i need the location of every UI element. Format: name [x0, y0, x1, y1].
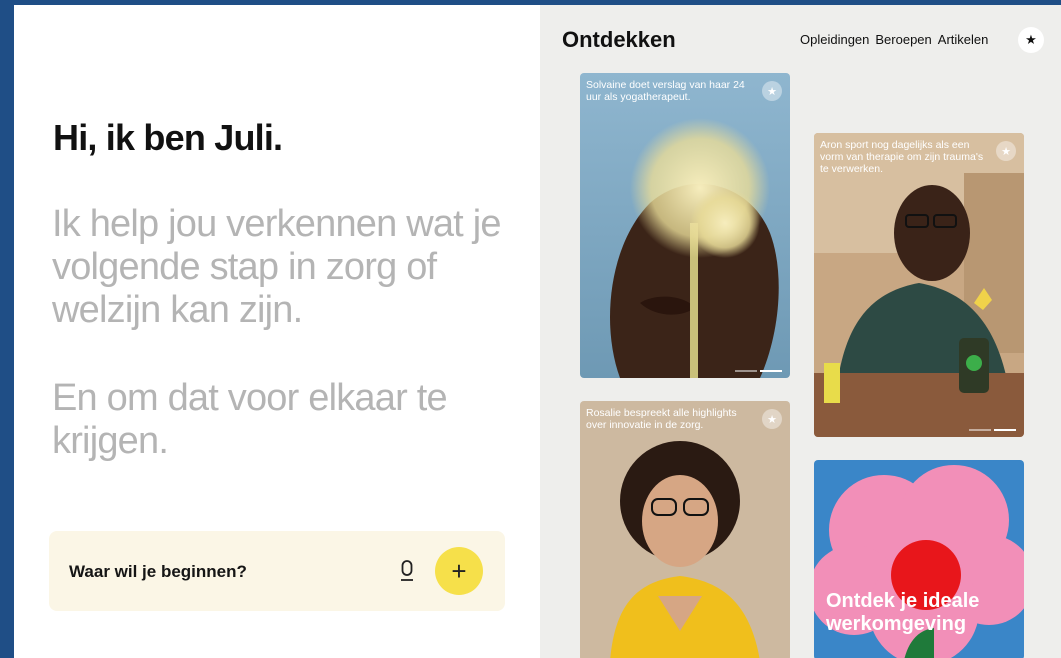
- intro-text-secondary: En om dat voor elkaar te krijgen.: [52, 377, 448, 462]
- star-icon: ★: [1025, 32, 1037, 47]
- star-icon[interactable]: ★: [996, 141, 1016, 161]
- discover-panel: Ontdekken Opleidingen Beroepen Artikelen…: [540, 5, 1061, 658]
- chat-prompt-bar[interactable]: Waar wil je beginnen? +: [49, 531, 505, 611]
- favorites-button[interactable]: ★: [1018, 27, 1044, 53]
- nav-beroepen[interactable]: Beroepen: [875, 32, 931, 47]
- card-caption: Rosalie bespreekt alle highlights over i…: [586, 407, 737, 431]
- greeting-heading: Hi, ik ben Juli.: [53, 117, 283, 158]
- chat-panel: Hi, ik ben Juli. Ik help jou verkennen w…: [14, 5, 540, 658]
- card-photo-rosalie: [580, 401, 790, 658]
- discover-nav: Opleidingen Beroepen Artikelen: [800, 32, 988, 47]
- promo-title: Ontdek je ideale werkomgeving: [826, 590, 980, 635]
- intro-text: Ik help jou verkennen wat je volgende st…: [52, 203, 501, 331]
- star-icon[interactable]: ★: [762, 409, 782, 429]
- story-card-aron[interactable]: Aron sport nog dagelijks als een vorm va…: [814, 133, 1024, 437]
- nav-opleidingen[interactable]: Opleidingen: [800, 32, 869, 47]
- plus-icon: +: [451, 555, 467, 586]
- prompt-label: Waar wil je beginnen?: [69, 562, 247, 581]
- card-photo-aron: [814, 133, 1024, 437]
- nav-artikelen[interactable]: Artikelen: [938, 32, 989, 47]
- card-photo-solvaine: [580, 73, 790, 378]
- microphone-icon[interactable]: [397, 559, 417, 585]
- add-button[interactable]: +: [435, 547, 483, 595]
- story-card-solvaine[interactable]: Solvaine doet verslag van haar 24 uur al…: [580, 73, 790, 378]
- card-caption: Solvaine doet verslag van haar 24 uur al…: [586, 79, 745, 103]
- star-icon[interactable]: ★: [762, 81, 782, 101]
- promo-card-werkomgeving[interactable]: Ontdek je ideale werkomgeving: [814, 460, 1024, 658]
- story-card-rosalie[interactable]: Rosalie bespreekt alle highlights over i…: [580, 401, 790, 658]
- discover-title: Ontdekken: [562, 27, 676, 52]
- carousel-dots: [735, 370, 782, 372]
- app-frame: Hi, ik ben Juli. Ik help jou verkennen w…: [14, 5, 1061, 658]
- carousel-dots: [969, 429, 1016, 431]
- card-caption: Aron sport nog dagelijks als een vorm va…: [820, 139, 984, 175]
